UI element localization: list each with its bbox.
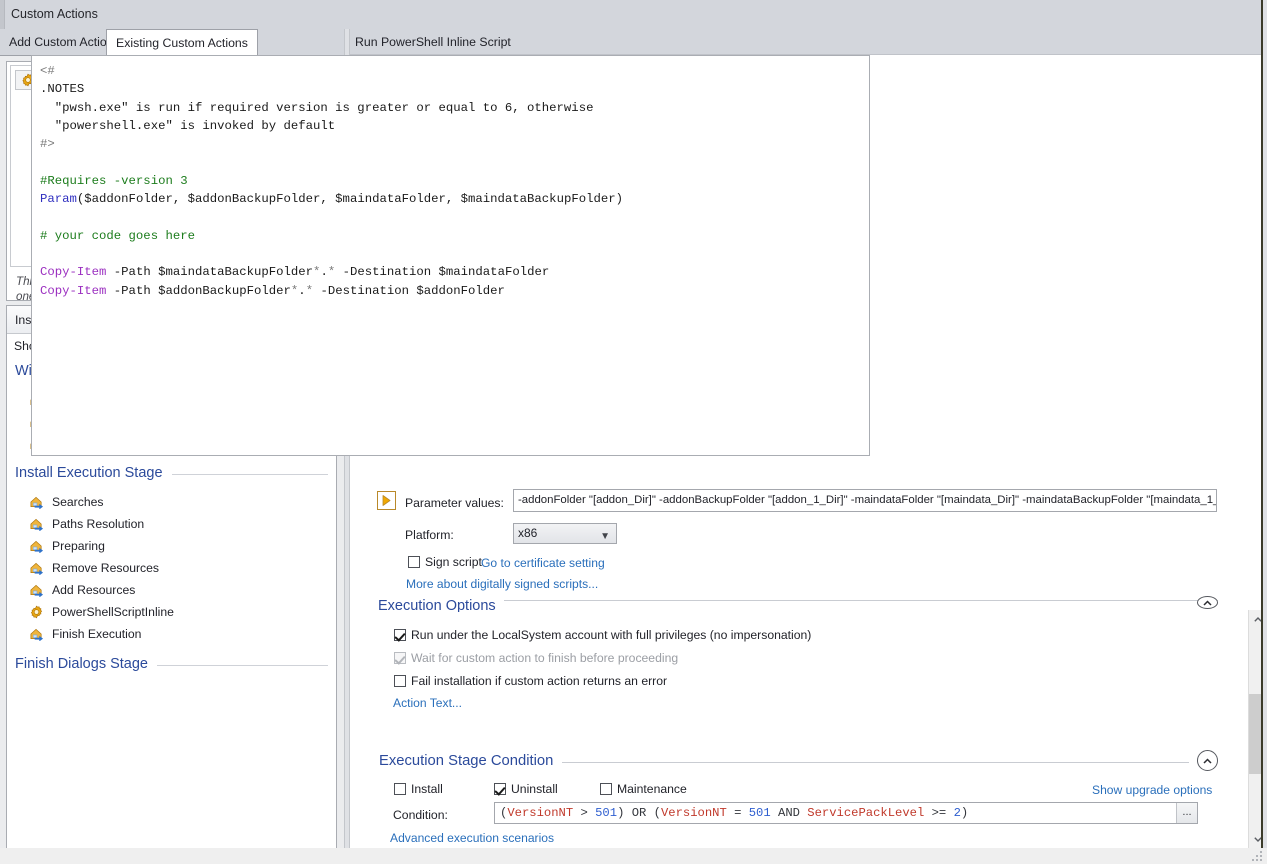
window-bottom-strip (0, 848, 1267, 864)
left-tabstrip: Add Custom Action Existing Custom Action… (0, 29, 344, 56)
stage-install-option[interactable]: Install (394, 782, 443, 796)
sidebar-item-powershellscriptinline[interactable]: PowerShellScriptInline (29, 602, 174, 622)
stage-label: Uninstall (511, 782, 558, 796)
right-pane-header: Run PowerShell Inline Script (350, 29, 1267, 55)
script-editor-content: <# .NOTES "pwsh.exe" is run if required … (40, 64, 623, 298)
tab-existing-custom-actions[interactable]: Existing Custom Actions (106, 29, 258, 56)
sign-script-label: Sign script (425, 555, 482, 569)
action-arrow-icon (30, 518, 44, 531)
platform-selected-value: x86 (518, 526, 538, 540)
right-pane-title: Run PowerShell Inline Script (355, 35, 511, 49)
execution-options-collapse-button[interactable] (1197, 596, 1218, 609)
sign-script-row: Sign script (408, 555, 482, 569)
script-editor[interactable]: <# .NOTES "pwsh.exe" is run if required … (31, 55, 870, 456)
option-label: Wait for custom action to finish before … (411, 651, 679, 665)
sidebar-item-searches-install[interactable]: Searches (29, 492, 104, 512)
stage-rule (171, 473, 328, 475)
advanced-execution-scenarios-link[interactable]: Advanced execution scenarios (390, 831, 554, 845)
sign-script-checkbox[interactable] (408, 556, 420, 568)
stage-rule (157, 664, 328, 666)
sidebar-item-label: Searches (52, 495, 104, 509)
stage-uninstall-option[interactable]: Uninstall (494, 782, 558, 796)
parameter-values-input[interactable]: -addonFolder "[addon_Dir]" -addonBackupF… (513, 489, 1217, 512)
signed-scripts-info-link[interactable]: More about digitally signed scripts... (406, 577, 598, 591)
sidebar-item-add-resources[interactable]: Add Resources (29, 580, 135, 600)
option-wait-for-action: Wait for custom action to finish before … (394, 651, 678, 665)
fail-install-checkbox[interactable] (394, 675, 406, 687)
parameter-values-label: Parameter values: (405, 496, 504, 510)
condition-input[interactable]: (VersionNT > 501) OR (VersionNT = 501 AN… (494, 802, 1198, 824)
stage-label: Maintenance (617, 782, 687, 796)
action-arrow-icon (30, 584, 44, 597)
title-accent-bar (0, 0, 5, 29)
sidebar-item-remove-resources[interactable]: Remove Resources (29, 558, 159, 578)
platform-label: Platform: (405, 528, 454, 542)
sidebar-item-finish-execution[interactable]: Finish Execution (29, 624, 141, 644)
show-upgrade-options-link[interactable]: Show upgrade options (1092, 783, 1212, 797)
chevron-down-icon: ▼ (600, 531, 610, 542)
stage-label: Install (411, 782, 443, 796)
execution-options-title: Execution Options (378, 598, 504, 612)
sidebar-item-label: Paths Resolution (52, 517, 145, 531)
wait-for-action-checkbox (394, 652, 406, 664)
sidebar-item-label: Preparing (52, 539, 105, 553)
condition-tokens: (VersionNT > 501) OR (VersionNT = 501 AN… (500, 806, 969, 820)
option-label: Fail installation if custom action retur… (411, 674, 668, 688)
chevron-up-icon (1203, 599, 1212, 606)
option-label: Run under the LocalSystem account with f… (411, 628, 812, 642)
stage-title: Install Execution Stage (15, 465, 163, 481)
sidebar-item-label: Remove Resources (52, 561, 160, 575)
action-text-link[interactable]: Action Text... (393, 696, 462, 710)
chevron-up-icon (1203, 757, 1212, 764)
sidebar-item-label: PowerShellScriptInline (52, 605, 174, 619)
sidebar-item-label: Add Resources (52, 583, 136, 597)
option-run-localsystem[interactable]: Run under the LocalSystem account with f… (394, 628, 811, 642)
sidebar-item-paths-resolution-install[interactable]: Paths Resolution (29, 514, 144, 534)
custom-actions-window: Custom Actions Add Custom Action Existin… (0, 0, 1267, 864)
run-script-button[interactable] (377, 491, 396, 510)
tab-add-custom-action[interactable]: Add Custom Action (0, 30, 123, 55)
sidebar-item-label: Finish Execution (52, 627, 142, 641)
run-localsystem-checkbox[interactable] (394, 629, 406, 641)
platform-select[interactable]: x86 ▼ (513, 523, 617, 544)
stage-install-execution: Install Execution Stage (15, 462, 328, 484)
stage-title: Finish Dialogs Stage (15, 656, 148, 672)
window-right-border (1261, 0, 1263, 864)
maintenance-checkbox[interactable] (600, 783, 612, 795)
action-arrow-icon (30, 496, 44, 509)
action-arrow-icon (30, 628, 44, 641)
install-checkbox[interactable] (394, 783, 406, 795)
condition-label: Condition: (393, 808, 448, 822)
execution-stage-condition-title: Execution Stage Condition (379, 753, 563, 769)
play-icon (382, 495, 391, 506)
certificate-setting-link[interactable]: Go to certificate setting (481, 556, 605, 570)
window-title: Custom Actions (11, 7, 98, 21)
stage-maintenance-option[interactable]: Maintenance (600, 782, 687, 796)
condition-browse-button[interactable]: ... (1176, 803, 1197, 823)
action-arrow-icon (30, 562, 44, 575)
execution-stage-condition-collapse-button[interactable] (1197, 750, 1218, 771)
resize-grip[interactable] (1252, 851, 1263, 862)
sidebar-item-preparing[interactable]: Preparing (29, 536, 105, 556)
action-arrow-icon (30, 540, 44, 553)
gear-icon (30, 605, 43, 619)
stage-finish-dialogs: Finish Dialogs Stage (15, 653, 328, 675)
uninstall-checkbox[interactable] (494, 783, 506, 795)
execution-options-rule (378, 600, 1218, 601)
option-fail-install-on-error[interactable]: Fail installation if custom action retur… (394, 674, 667, 688)
window-title-bar: Custom Actions (0, 0, 1267, 30)
